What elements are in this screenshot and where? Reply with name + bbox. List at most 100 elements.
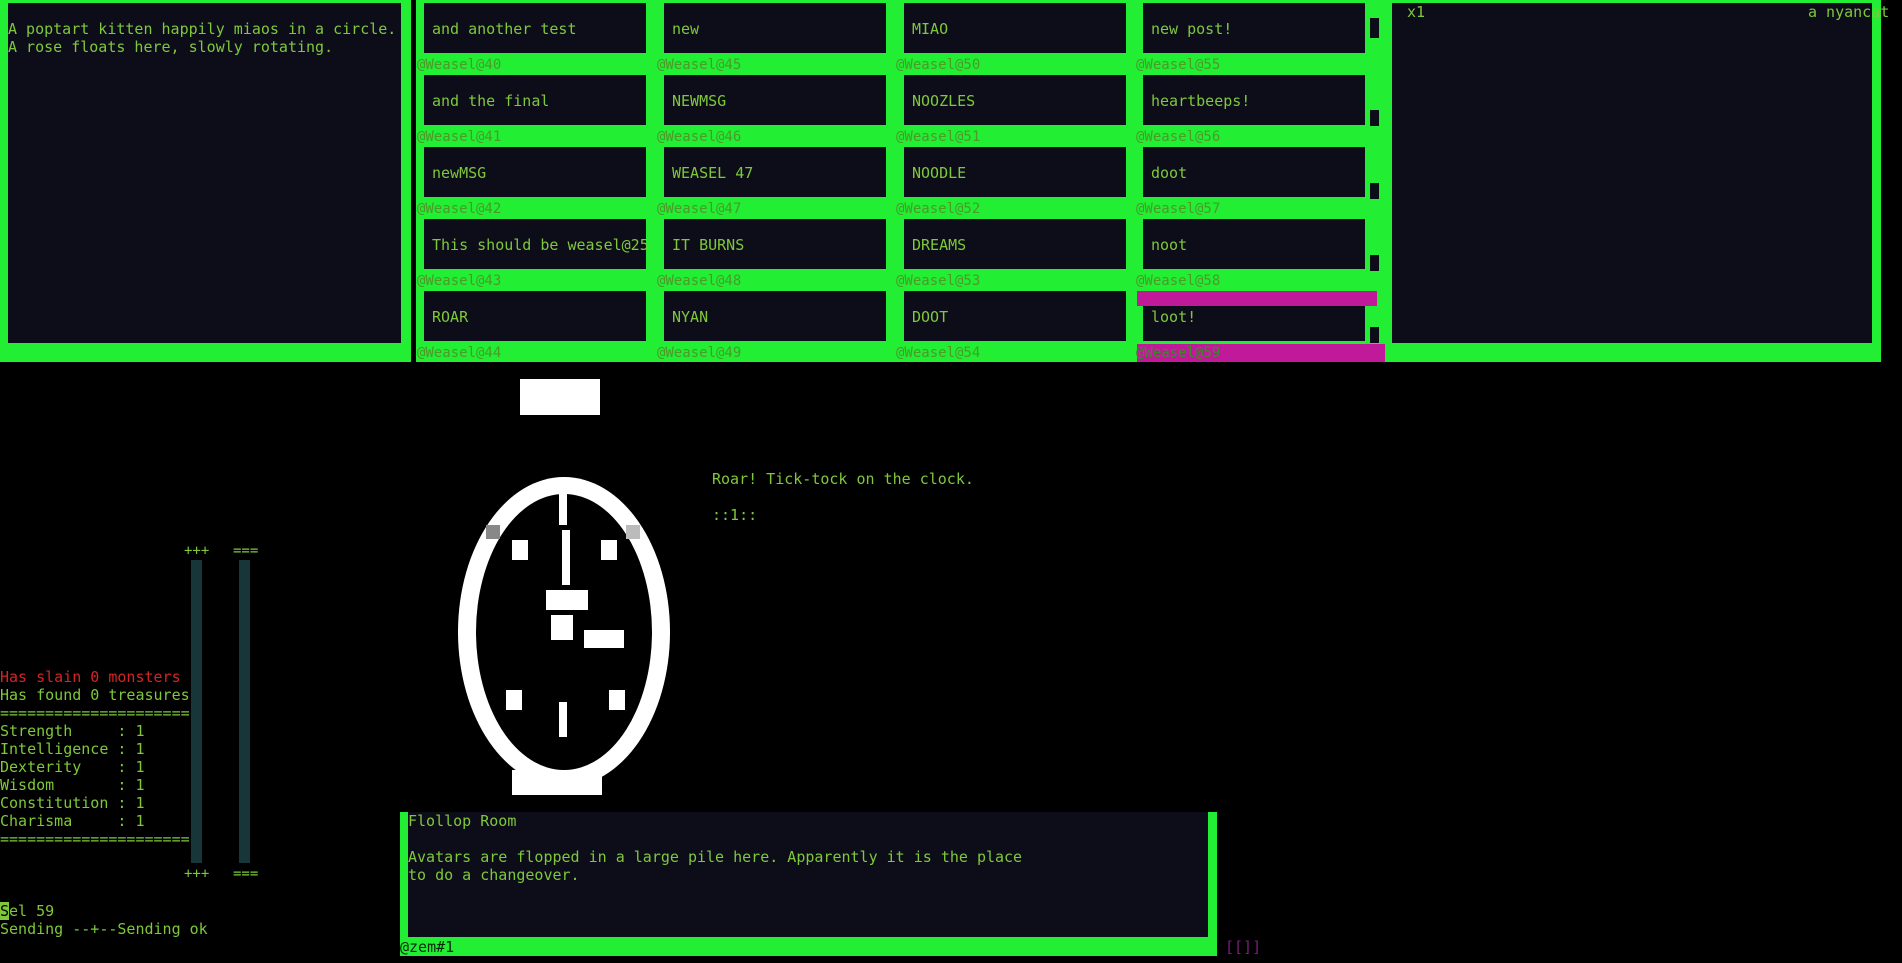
flag-block (520, 379, 600, 415)
message-cell[interactable]: MIAO (904, 3, 1126, 53)
message-cell[interactable]: IT BURNS (664, 219, 886, 269)
message-text: IT BURNS (672, 236, 745, 254)
selection-status: Sel 59 (0, 902, 54, 920)
gauge-bar-left[interactable] (191, 560, 202, 863)
sending-status: Sending --+--Sending ok (0, 920, 208, 938)
stat-row: Strength : 1 (0, 722, 145, 740)
stat-row: Constitution : 1 (0, 794, 145, 812)
message-text: This should be weasel@25 (432, 236, 649, 254)
message-cell[interactable]: ROAR (424, 291, 646, 341)
message-cell-selected[interactable]: loot! (1143, 306, 1365, 341)
message-text: DOOT (912, 308, 949, 326)
selection-text: el 59 (9, 902, 55, 920)
grid-scroll-notch (1370, 255, 1379, 271)
message-text: NOODLE (912, 164, 967, 182)
message-author-label[interactable]: @Weasel@45 (657, 57, 741, 73)
message-text: WEASEL 47 (672, 164, 754, 182)
stat-row: Charisma : 1 (0, 812, 145, 830)
gauge-bar-right[interactable] (239, 560, 250, 863)
top-left-pane[interactable]: A poptart kitten happily miaos in a circ… (8, 3, 401, 343)
message-author-label[interactable]: @Weasel@57 (1136, 201, 1220, 217)
stat-slain: Has slain 0 monsters (0, 668, 181, 686)
message-author-label[interactable]: @Weasel@52 (896, 201, 980, 217)
message-author-label[interactable]: @Weasel@58 (1136, 273, 1220, 289)
stat-row: Intelligence : 1 (0, 740, 145, 758)
message-cell[interactable]: heartbeeps! (1143, 75, 1365, 125)
zoom-level: x1 (1407, 3, 1426, 21)
message-author-label[interactable]: @Weasel@41 (417, 129, 501, 145)
description-line-2: A rose floats here, slowly rotating. (8, 38, 334, 56)
message-text: noot (1151, 236, 1188, 254)
message-author-label[interactable]: @Weasel@55 (1136, 57, 1220, 73)
message-cell[interactable]: doot (1143, 147, 1365, 197)
cursor-char: S (0, 902, 10, 920)
message-author-label[interactable]: @Weasel@56 (1136, 129, 1220, 145)
message-author-label[interactable]: @Weasel@54 (896, 345, 980, 361)
gauge-eq-bottom-label: === (233, 866, 259, 882)
input-suffix: [[]] (1225, 938, 1262, 956)
grid-scroll-notch (1370, 110, 1379, 126)
message-cell[interactable]: newMSG (424, 147, 646, 197)
message-cell[interactable]: This should be weasel@25 (424, 219, 649, 269)
message-author-label[interactable]: @Weasel@50 (896, 57, 980, 73)
message-cell[interactable]: and another test (424, 3, 646, 53)
message-cell[interactable]: NOOZLES (904, 75, 1126, 125)
message-cell[interactable]: and the final (424, 75, 646, 125)
message-author-label[interactable]: @Weasel@51 (896, 129, 980, 145)
message-cell[interactable]: noot (1143, 219, 1365, 269)
message-cell[interactable]: NEWMSG (664, 75, 886, 125)
message-text: new (672, 20, 700, 38)
message-cell[interactable]: new (664, 3, 886, 53)
message-text: and the final (432, 92, 550, 110)
message-author-label[interactable]: @Weasel@53 (896, 273, 980, 289)
message-text: NEWMSG (672, 92, 727, 110)
stat-found: Has found 0 treasures (0, 686, 190, 704)
message-author-label-selected[interactable]: @Weasel@59 (1136, 345, 1220, 361)
grid-scroll-notch (1370, 18, 1379, 38)
grid-scroll-notch (1370, 183, 1379, 199)
message-text: NYAN (672, 308, 709, 326)
room-pane[interactable]: Flollop Room Avatars are flopped in a la… (408, 812, 1208, 937)
message-text: ROAR (432, 308, 469, 326)
message-author-label[interactable]: @Weasel@48 (657, 273, 741, 289)
message-cell[interactable]: NOODLE (904, 147, 1126, 197)
avatar-name: a nyancat (1808, 3, 1890, 21)
stat-row: Wisdom : 1 (0, 776, 145, 794)
message-text: loot! (1151, 308, 1197, 326)
message-text: NOOZLES (912, 92, 976, 110)
message-cell[interactable]: new post! (1143, 3, 1365, 53)
message-author-label[interactable]: @Weasel@47 (657, 201, 741, 217)
message-text: MIAO (912, 20, 949, 38)
message-text: newMSG (432, 164, 487, 182)
message-cell[interactable]: DOOT (904, 291, 1126, 341)
message-author-label[interactable]: @Weasel@46 (657, 129, 741, 145)
stats-divider-bottom: ===================== (0, 830, 190, 848)
message-text: new post! (1151, 20, 1233, 38)
grid-scroll-notch (1370, 327, 1379, 343)
message-cell[interactable]: NYAN (664, 291, 886, 341)
room-title: Flollop Room (408, 812, 517, 830)
message-author-label[interactable]: @Weasel@49 (657, 345, 741, 361)
selected-cell-highlight (1137, 291, 1377, 306)
message-author-label[interactable]: @Weasel@43 (417, 273, 501, 289)
scene-counter: ::1:: (712, 506, 758, 524)
message-cell[interactable]: WEASEL 47 (664, 147, 886, 197)
gauge-plus-bottom-label: +++ (184, 866, 210, 882)
clock-sprite (458, 450, 670, 795)
message-author-label[interactable]: @Weasel@40 (417, 57, 501, 73)
description-line-1: A poptart kitten happily miaos in a circ… (8, 20, 397, 38)
message-text: doot (1151, 164, 1188, 182)
message-cell[interactable]: DREAMS (904, 219, 1126, 269)
top-right-pane[interactable] (1392, 3, 1872, 343)
message-text: heartbeeps! (1151, 92, 1251, 110)
command-input[interactable]: @zem#1 (400, 938, 454, 956)
room-description: Avatars are flopped in a large pile here… (408, 848, 1023, 884)
stat-row: Dexterity : 1 (0, 758, 145, 776)
message-text: and another test (432, 20, 577, 38)
message-author-label[interactable]: @Weasel@44 (417, 345, 501, 361)
message-text: DREAMS (912, 236, 967, 254)
message-author-label[interactable]: @Weasel@42 (417, 201, 501, 217)
stats-divider-top: ===================== (0, 704, 190, 722)
gauge-eq-top-label: === (233, 543, 259, 559)
scene-caption: Roar! Tick-tock on the clock. (712, 470, 974, 488)
